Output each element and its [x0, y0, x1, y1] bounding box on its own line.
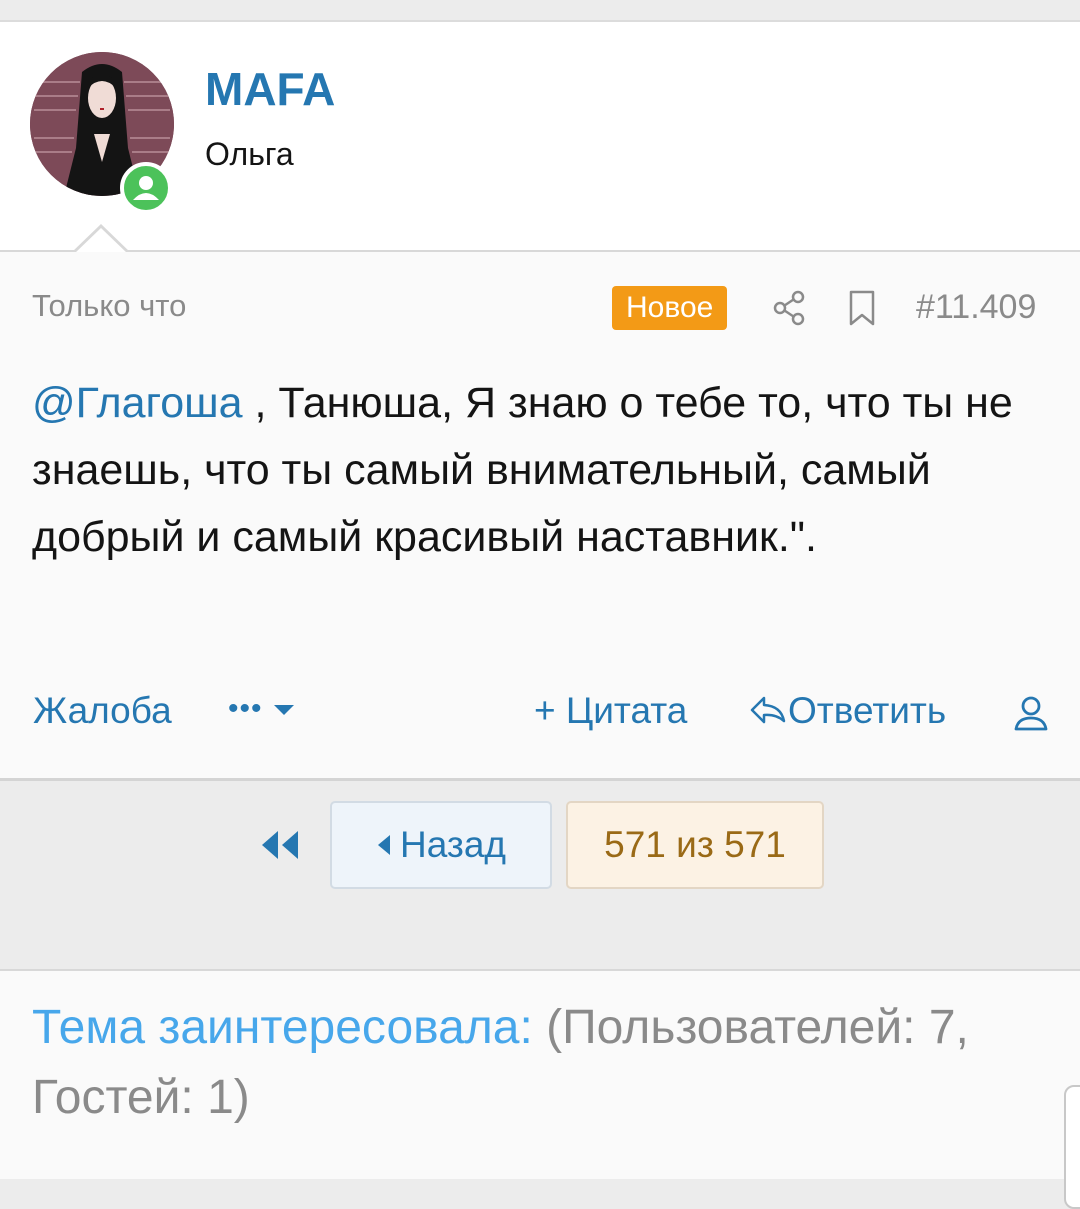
caret-left-icon [377, 835, 390, 855]
post-number[interactable]: #11.409 [916, 288, 1036, 327]
reply-button[interactable]: Ответить [748, 690, 946, 732]
thread-watchers-label[interactable]: Тема заинтересовала: [32, 1001, 533, 1054]
bookmark-icon[interactable] [842, 288, 882, 328]
previous-page-button[interactable]: Назад [330, 801, 552, 889]
user-online-icon [133, 176, 159, 200]
first-page-icon[interactable] [258, 829, 302, 861]
page-indicator-button[interactable]: 571 из 571 [566, 801, 824, 889]
user-block: MAFA Ольга [0, 22, 1080, 250]
message-pointer-fill [74, 228, 128, 254]
online-status-indicator [120, 162, 172, 214]
username[interactable]: MAFA [205, 62, 335, 116]
new-badge: Новое [612, 286, 728, 330]
post-message: @Глагоша , Танюша, Я знаю о тебе то, что… [32, 370, 1062, 571]
quote-button[interactable]: + Цитата [534, 690, 687, 732]
thread-watchers: Тема заинтересовала: (Пользователей: 7, … [0, 971, 1080, 1179]
more-dots-icon: ••• [228, 692, 263, 725]
post: Только что Новое #11.409 @Глагоша , Таню… [0, 252, 1080, 778]
reply-label: Ответить [788, 690, 947, 731]
user-mention-link[interactable]: @Глагоша [32, 379, 243, 427]
user-icon[interactable] [1012, 694, 1050, 732]
avatar[interactable] [30, 52, 174, 214]
top-strip [0, 0, 1080, 22]
user-title: Ольга [205, 136, 294, 172]
reply-arrow-icon [750, 696, 786, 724]
floating-tab[interactable] [1064, 1085, 1080, 1209]
pagination: Назад 571 из 571 [0, 781, 1080, 969]
previous-page-label: Назад [399, 824, 506, 865]
thread-watchers-text: Тема заинтересовала: (Пользователей: 7, … [32, 993, 1062, 1133]
report-link[interactable]: Жалоба [33, 690, 172, 732]
share-icon[interactable] [770, 288, 810, 328]
more-actions-menu[interactable]: ••• [228, 692, 296, 726]
caret-down-icon [273, 705, 294, 716]
post-time[interactable]: Только что [32, 288, 186, 324]
post-actions: Жалоба ••• + Цитата Ответить [0, 680, 1080, 740]
